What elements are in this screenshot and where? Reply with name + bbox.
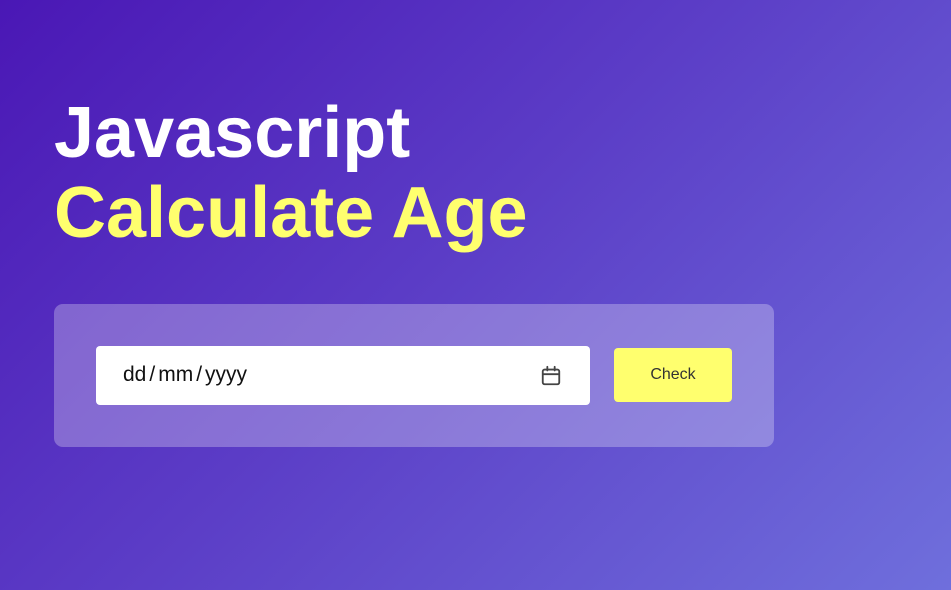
year-segment[interactable]: yyyy <box>205 363 247 387</box>
page-heading: Javascript Calculate Age <box>54 93 527 253</box>
birthdate-input[interactable]: dd / mm / yyyy <box>96 346 590 405</box>
age-form-card: dd / mm / yyyy Check <box>54 304 774 447</box>
heading-line-calculate-age: Calculate Age <box>54 173 528 253</box>
date-separator: / <box>196 363 203 386</box>
date-separator: / <box>149 363 156 386</box>
calendar-icon[interactable] <box>540 365 562 387</box>
day-segment[interactable]: dd <box>123 363 146 387</box>
page-background: { "heading": { "line1": "Javascript", "l… <box>0 0 951 590</box>
date-placeholder: dd / mm / yyyy <box>123 363 247 387</box>
check-button[interactable]: Check <box>614 348 732 402</box>
heading-line-javascript: Javascript <box>54 93 411 173</box>
month-segment[interactable]: mm <box>158 363 193 387</box>
